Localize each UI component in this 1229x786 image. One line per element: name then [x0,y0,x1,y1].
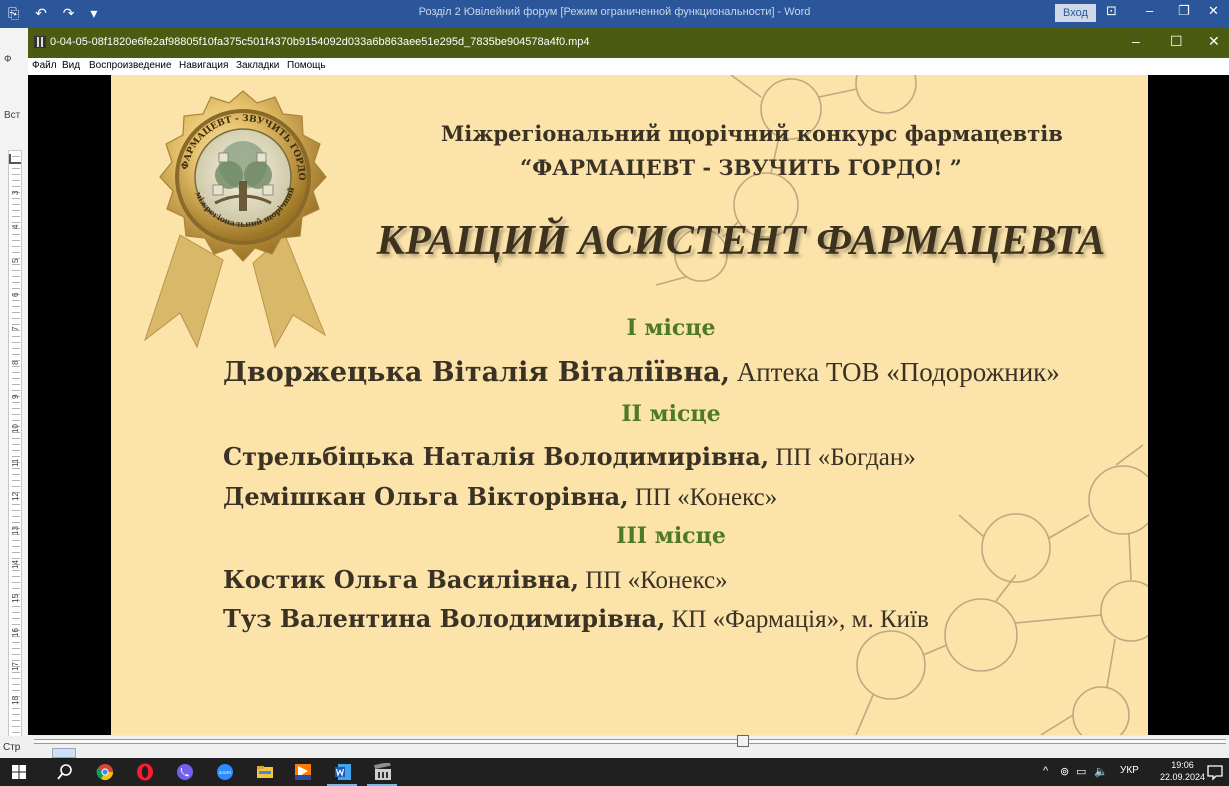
tray-language[interactable]: УКР [1120,765,1139,776]
ruler-number: 4 [11,224,20,229]
ruler-number: 16 [11,628,20,637]
winner-name: Демішкан Ольга Вікторівна, [223,482,629,511]
winner-name: Дворжецька Віталія Віталіївна, [223,357,730,388]
word-ribbon-insert-fragment[interactable]: Вст [4,110,20,121]
slide-title: КРАЩИЙ АСИСТЕНТ ФАРМАЦЕВТА [376,218,1106,264]
winner-org: ПП «Конекс» [628,484,778,511]
ruler-number: 6 [11,292,20,297]
player-close-icon[interactable]: ✕ [1208,33,1220,50]
ruler-tab-selector-icon[interactable] [9,154,21,164]
word-close-icon[interactable]: ✕ [1208,3,1219,19]
word-icon[interactable] [334,763,352,781]
place-label-2: ІІ місце [621,401,721,427]
winner-org: КП «Фармація», м. Київ [665,606,929,633]
tray-clock[interactable]: 19:06 22.09.2024 [1160,759,1205,783]
ruler-number: 3 [11,190,20,195]
word-titlebar: ⎘ ↶ ↷ ▾ Розділ 2 Ювілейний форум [Режим … [0,0,1229,28]
ruler-number: 11 [11,458,20,467]
tray-time: 19:06 [1171,760,1194,770]
word-restore-icon[interactable]: ❐ [1178,3,1190,19]
winner-name: Костик Ольга Василівна, [223,565,579,594]
ruler-number: 10 [11,424,20,433]
ruler-number: 18 [11,696,20,705]
chrome-icon[interactable] [96,763,114,781]
winner-name: Туз Валентина Володимирівна, [223,604,666,633]
menu-file[interactable]: Файл [32,60,57,71]
tray-network-icon[interactable]: ⊚ [1060,765,1069,778]
word-ribbon-tab-fragment[interactable]: Ф [4,54,12,65]
player-minimize-icon[interactable]: – [1132,33,1140,49]
winner-name: Стрельбіцька Наталія Володимирівна, [223,442,770,471]
player-title: 0-04-05-08f1820e6fe2af98805f10fa375c501f… [50,36,590,48]
menu-bookmarks[interactable]: Закладки [236,60,279,71]
zoom-icon-label: zoom [219,771,231,776]
winner-3-1: Костик Ольга Василівна, ПП «Конекс» [223,565,728,595]
word-minimize-icon[interactable]: – [1146,3,1153,18]
ruler-number: 15 [11,594,20,603]
word-vertical-ruler: 3 4 5 6 7 8 9 10 11 12 13 14 15 16 17 18 [8,150,22,740]
scroll-thumb[interactable] [737,735,749,747]
tray-chevron-up-icon[interactable]: ^ [1043,765,1048,777]
ruler-ticks [12,151,20,739]
ruler-number: 7 [11,326,20,331]
contest-line-2: “ФАРМАЦЕВТ - ЗВУЧИТЬ ГОРДО! ” [520,155,962,180]
winner-1-1: Дворжецька Віталія Віталіївна, Аптека ТО… [223,357,1060,388]
ruler-number: 12 [11,492,20,501]
video-slide: ФАРМАЦЕВТ - ЗВУЧИТЬ ГОРДО! міжрегіональн… [111,75,1148,735]
ruler-number: 8 [11,360,20,365]
place-label-1: І місце [626,315,716,341]
file-explorer-icon[interactable] [256,763,274,781]
video-player-icon[interactable] [374,763,392,781]
ruler-number: 13 [11,526,20,535]
word-title: Розділ 2 Ювілейний форум [Режим ограниче… [418,6,811,18]
menu-view[interactable]: Вид [62,60,80,71]
menu-navigation[interactable]: Навигация [179,60,228,71]
place-label-3: ІІІ місце [616,523,726,549]
ruler-number: 5 [11,258,20,263]
windows-taskbar: zoom ^ ⊚ ▭ 🔈 УКР 19:06 22.09.2024 [0,758,1229,786]
player-maximize-icon[interactable]: ☐ [1170,33,1183,50]
zoom-icon[interactable]: zoom [216,763,234,781]
viber-icon[interactable] [176,763,194,781]
ruler-number: 14 [11,560,20,569]
menu-playback[interactable]: Воспроизведение [89,60,172,71]
menu-help[interactable]: Помощь [287,60,326,71]
ruler-number: 9 [11,394,20,399]
winner-2-1: Стрельбіцька Наталія Володимирівна, ПП «… [223,442,916,472]
notifications-icon[interactable] [1206,763,1224,781]
word-horizontal-scrollbar[interactable] [34,739,1226,744]
tray-volume-icon[interactable]: 🔈 [1094,765,1108,778]
word-status-page: Стр [3,742,21,753]
search-icon[interactable] [56,763,74,781]
word-ribbon-display-icon[interactable]: ⊡ [1106,3,1117,19]
contest-line-1: Міжрегіональний щорічний конкурс фармаце… [441,121,1063,146]
contest-medal-logo: ФАРМАЦЕВТ - ЗВУЧИТЬ ГОРДО! міжрегіональн… [135,85,327,349]
winner-org: Аптека ТОВ «Подорожник» [729,357,1060,387]
film-clapper-icon [34,36,46,48]
word-signin-button[interactable]: Вход [1055,4,1096,22]
winner-2-2: Демішкан Ольга Вікторівна, ПП «Конекс» [223,482,777,512]
filmora-icon[interactable] [294,763,312,781]
player-menubar: Файл Вид Воспроизведение Навигация Закла… [28,58,1229,75]
tray-monitor-icon[interactable]: ▭ [1076,765,1086,778]
winner-org: ПП «Конекс» [578,567,728,594]
player-titlebar: 0-04-05-08f1820e6fe2af98805f10fa375c501f… [28,28,1229,58]
windows-start-icon[interactable] [10,763,28,781]
ruler-number: 17 [11,662,20,671]
tray-date: 22.09.2024 [1160,772,1206,782]
winner-org: ПП «Богдан» [769,444,916,471]
word-view-button[interactable] [52,748,76,758]
winner-3-2: Туз Валентина Володимирівна, КП «Фармаці… [223,604,929,634]
opera-icon[interactable] [136,763,154,781]
